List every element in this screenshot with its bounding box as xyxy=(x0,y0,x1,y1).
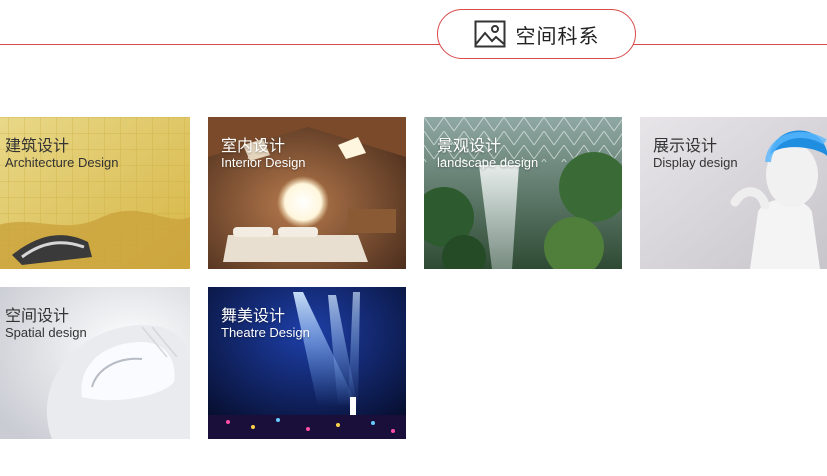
card-title-en: Spatial design xyxy=(5,324,87,340)
card-architecture-design[interactable]: 建筑设计 Architecture Design xyxy=(0,117,190,269)
card-title-cn: 空间设计 xyxy=(5,306,70,325)
header-divider-line xyxy=(0,44,827,45)
card-title-cn: 室内设计 xyxy=(221,136,286,155)
card-interior-design[interactable]: 室内设计 Interior Design xyxy=(208,117,406,269)
card-title-cn: 景观设计 xyxy=(437,136,502,155)
card-spatial-design[interactable]: 空间设计 Spatial design xyxy=(0,287,190,439)
card-title-cn: 展示设计 xyxy=(653,136,718,155)
card-display-design[interactable]: 展示设计 Display design xyxy=(640,117,827,269)
image-icon xyxy=(474,20,506,48)
card-theatre-design[interactable]: 舞美设计 Theatre Design xyxy=(208,287,406,439)
card-title-en: Display design xyxy=(653,154,738,170)
card-title-en: Architecture Design xyxy=(5,154,119,170)
card-title-en: Interior Design xyxy=(221,154,306,170)
section-title-pill: 空间科系 xyxy=(437,9,636,59)
section-title: 空间科系 xyxy=(515,23,600,48)
card-title-cn: 建筑设计 xyxy=(5,136,70,155)
card-title-en: Theatre Design xyxy=(221,324,310,340)
card-title-en: landscape design xyxy=(437,154,539,170)
card-landscape-design[interactable]: 景观设计 landscape design xyxy=(424,117,622,269)
card-title-cn: 舞美设计 xyxy=(221,306,286,325)
